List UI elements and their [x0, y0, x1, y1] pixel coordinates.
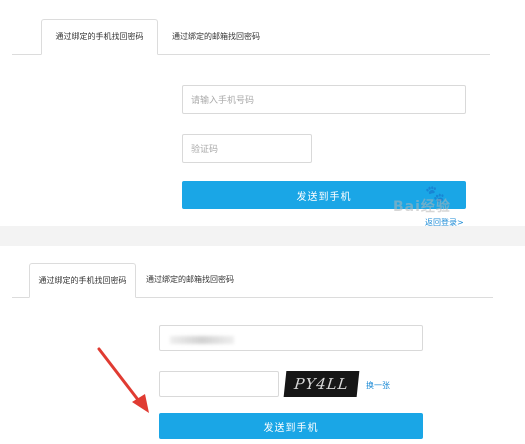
- tab-label: 通过绑定的邮箱找回密码: [146, 274, 234, 284]
- captcha-image[interactable]: PY4LL: [283, 371, 360, 397]
- refresh-captcha-link[interactable]: 换一张: [366, 380, 390, 391]
- verification-code-input[interactable]: [159, 371, 279, 397]
- send-to-phone-button[interactable]: 发送到手机: [159, 413, 423, 439]
- tab-label: 通过绑定的邮箱找回密码: [172, 32, 260, 41]
- phone-placeholder: 请输入手机号码: [191, 96, 255, 106]
- masked-phone-value: [170, 336, 234, 344]
- captcha-text: PY4LL: [293, 375, 350, 393]
- send-to-phone-button[interactable]: 发送到手机: [182, 181, 466, 209]
- red-arrow-icon: [97, 347, 149, 413]
- tab-email-recovery[interactable]: 通过绑定的邮箱找回密码: [140, 263, 240, 296]
- send-button-label: 发送到手机: [263, 422, 319, 434]
- verification-code-input[interactable]: 验证码: [182, 134, 312, 163]
- code-placeholder: 验证码: [191, 145, 219, 155]
- phone-number-input[interactable]: 请输入手机号码: [182, 85, 466, 114]
- send-button-label: 发送到手机: [296, 191, 352, 203]
- tab-label: 通过绑定的手机找回密码: [38, 275, 127, 285]
- tab-phone-recovery[interactable]: 通过绑定的手机找回密码: [41, 19, 158, 55]
- tab-label: 通过绑定的手机找回密码: [55, 32, 144, 41]
- panel-separator: [0, 226, 525, 246]
- top-panel: 通过绑定的手机找回密码 通过绑定的邮箱找回密码 请输入手机号码 验证码 发送到手…: [0, 0, 525, 227]
- tab-phone-recovery[interactable]: 通过绑定的手机找回密码: [29, 263, 136, 298]
- tab-email-recovery[interactable]: 通过绑定的邮箱找回密码: [164, 19, 268, 55]
